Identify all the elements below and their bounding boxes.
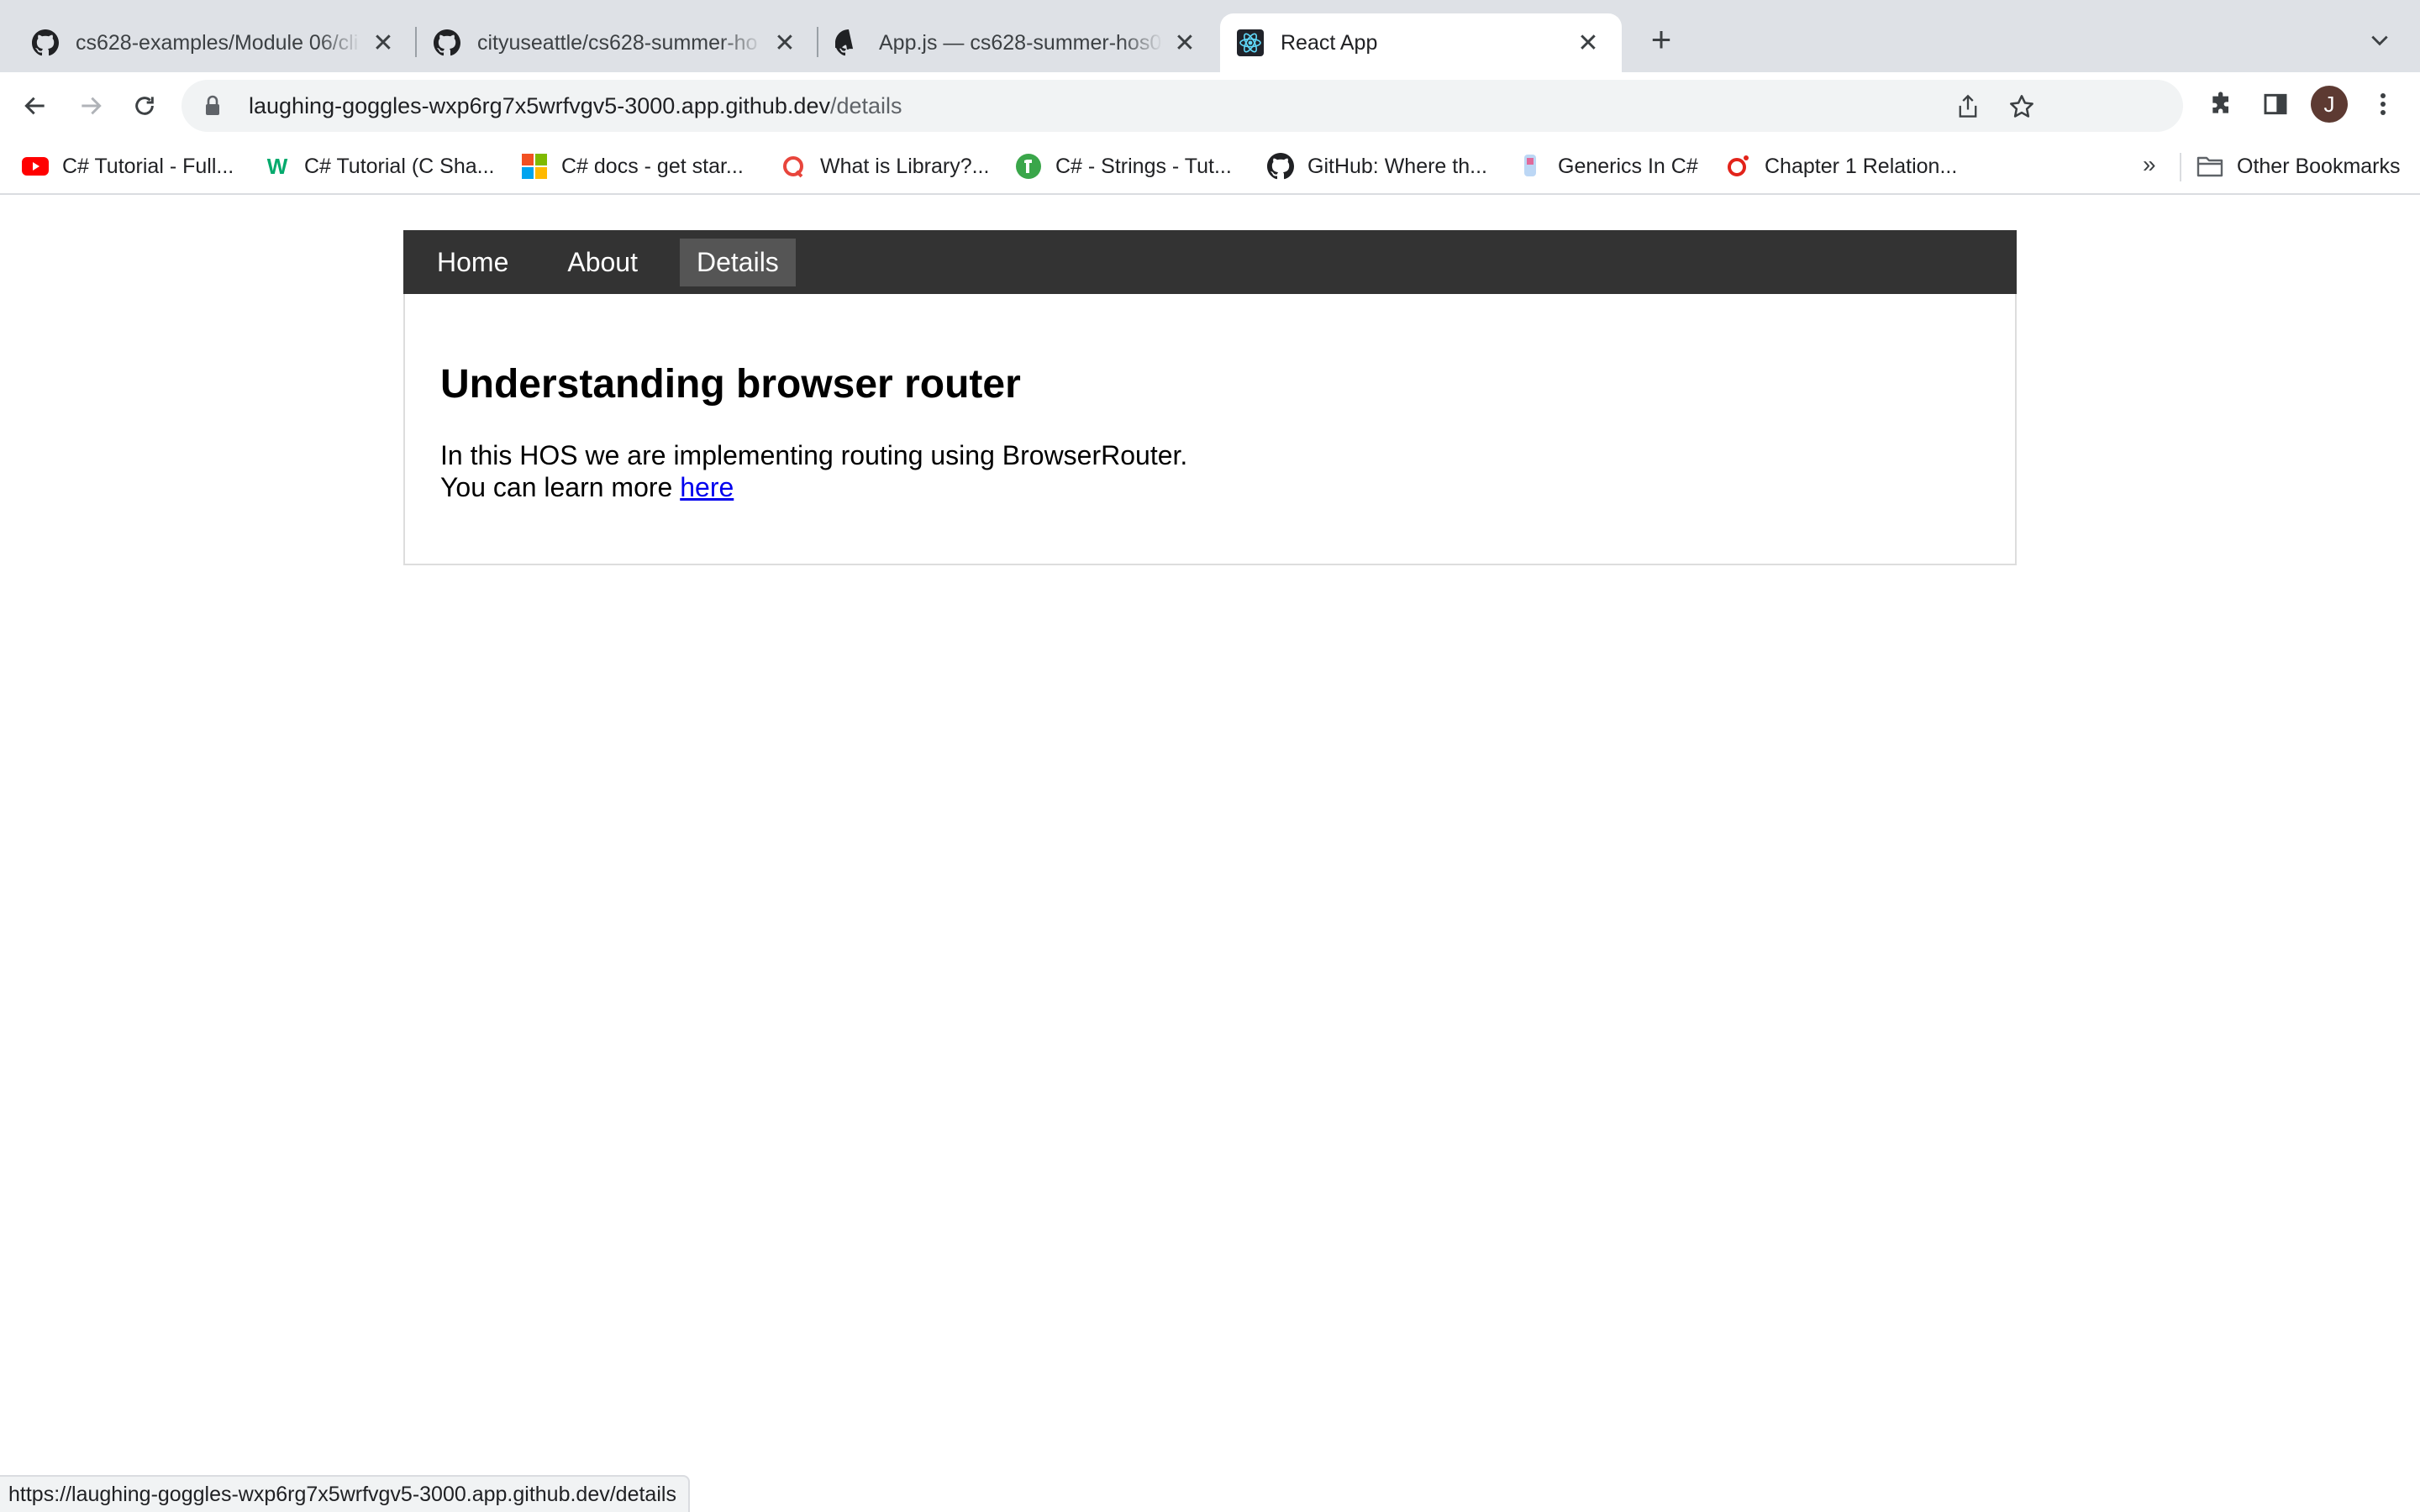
- bookmark-item[interactable]: What is Library?...: [780, 151, 989, 181]
- learn-more-line: You can learn more here: [440, 471, 1980, 503]
- youtube-icon: [22, 153, 49, 180]
- tab-react-app[interactable]: React App ✕: [1220, 13, 1622, 72]
- profile-button[interactable]: J: [2306, 81, 2353, 128]
- nav-home-link[interactable]: Home: [420, 239, 525, 286]
- address-bar[interactable]: laughing-goggles-wxp6rg7x5wrfvgv5-3000.a…: [182, 80, 2183, 132]
- nav-about-link[interactable]: About: [550, 239, 655, 286]
- arrow-right-icon: [82, 97, 102, 115]
- back-button[interactable]: [12, 82, 59, 129]
- bookmark-label: C# docs - get star...: [561, 154, 744, 178]
- bookmarks-overflow-button[interactable]: »: [2143, 151, 2156, 178]
- share-icon[interactable]: [1951, 90, 1985, 123]
- folder-icon: [2196, 153, 2223, 180]
- tab-title: cityuseattle/cs628-summer-ho: [477, 30, 758, 55]
- avatar: J: [2311, 86, 2348, 123]
- chevron-down-icon: [2371, 35, 2388, 46]
- bookmarks-bar: C# Tutorial - Full... W C# Tutorial (C S…: [0, 139, 2420, 195]
- bookmark-item[interactable]: W C# Tutorial (C Sha...: [264, 151, 495, 181]
- tab-cs628-examples[interactable]: cs628-examples/Module 06/cli ✕: [0, 13, 417, 72]
- star-icon[interactable]: [2005, 90, 2039, 123]
- bookmark-label: Other Bookmarks: [2237, 154, 2401, 178]
- bookmark-label: What is Library?...: [820, 154, 990, 178]
- menu-button[interactable]: [2360, 81, 2407, 128]
- bookmark-label: Generics In C#: [1558, 154, 1698, 178]
- tab-app-js[interactable]: App.js — cs628-summer-hos06 ✕: [818, 13, 1218, 72]
- description-line: In this HOS we are implementing routing …: [440, 440, 1188, 470]
- bookmark-label: C# Tutorial (C Sha...: [304, 154, 495, 178]
- app-navbar: Home About Details: [403, 230, 2017, 294]
- browser-toolbar: laughing-goggles-wxp6rg7x5wrfvgv5-3000.a…: [0, 72, 2420, 139]
- side-panel-icon: [2264, 93, 2287, 115]
- w3schools-icon: W: [266, 153, 288, 179]
- react-app: Home About Details Understanding browser…: [403, 230, 2017, 565]
- bookmark-item[interactable]: Generics In C#: [1518, 151, 1698, 181]
- close-icon[interactable]: ✕: [1573, 28, 1603, 58]
- microsoft-icon: [521, 153, 548, 180]
- url-text[interactable]: laughing-goggles-wxp6rg7x5wrfvgv5-3000.a…: [249, 93, 902, 119]
- url-path: /details: [829, 92, 902, 118]
- bookmark-item[interactable]: C# Tutorial - Full...: [22, 151, 234, 181]
- library-icon: [780, 153, 807, 180]
- tab-strip: cs628-examples/Module 06/cli ✕ cityuseat…: [0, 0, 2420, 72]
- here-link[interactable]: here: [680, 472, 734, 502]
- github-icon: [1267, 153, 1294, 180]
- nav-details-link[interactable]: Details: [679, 238, 796, 286]
- more-vert-icon: [2381, 93, 2386, 115]
- bookmark-label: Chapter 1 Relation...: [1765, 154, 1958, 178]
- close-icon[interactable]: ✕: [368, 28, 398, 58]
- bookmark-label: GitHub: Where th...: [1307, 154, 1487, 178]
- generics-icon: [1518, 153, 1544, 180]
- side-panel-button[interactable]: [2252, 81, 2299, 128]
- details-panel: Understanding browser router In this HOS…: [403, 294, 2017, 565]
- tutorial-icon: [1015, 153, 1042, 180]
- tab-title: App.js — cs628-summer-hos06: [879, 30, 1163, 55]
- reload-icon: [135, 97, 154, 115]
- extensions-button[interactable]: [2198, 81, 2245, 128]
- other-bookmarks-button[interactable]: Other Bookmarks: [2196, 151, 2401, 181]
- close-icon[interactable]: ✕: [1170, 28, 1200, 58]
- puzzle-icon: [2212, 92, 2228, 113]
- github-icon: [434, 29, 460, 56]
- bookmark-item[interactable]: C# - Strings - Tut...: [1015, 151, 1232, 181]
- bookmark-label: C# Tutorial - Full...: [62, 154, 234, 178]
- bookmarks-divider: [2180, 153, 2181, 181]
- reload-button[interactable]: [121, 82, 168, 129]
- bookmark-item[interactable]: Chapter 1 Relation...: [1724, 151, 1957, 181]
- oracle-icon: [1724, 153, 1751, 180]
- bookmark-label: C# - Strings - Tut...: [1055, 154, 1232, 178]
- page-title: Understanding browser router: [440, 362, 1021, 407]
- github-icon: [32, 29, 59, 56]
- link-status-bubble: https://laughing-goggles-wxp6rg7x5wrfvgv…: [0, 1475, 690, 1512]
- tab-cityuseattle[interactable]: cityuseattle/cs628-summer-ho ✕: [417, 13, 818, 72]
- close-icon[interactable]: ✕: [770, 28, 800, 58]
- bookmark-item[interactable]: GitHub: Where th...: [1267, 151, 1487, 181]
- tab-title: cs628-examples/Module 06/cli: [76, 30, 359, 55]
- lock-icon[interactable]: [202, 93, 224, 118]
- tab-title: React App: [1281, 30, 1378, 55]
- url-host: laughing-goggles-wxp6rg7x5wrfvgv5-3000.a…: [249, 92, 830, 118]
- learn-more-text: You can learn more: [440, 472, 681, 502]
- plus-icon: +: [1650, 19, 1672, 59]
- react-icon: [1237, 29, 1264, 56]
- tab-search-button[interactable]: [2361, 22, 2398, 59]
- arrow-left-icon: [24, 97, 45, 115]
- new-tab-button[interactable]: +: [1640, 18, 1682, 60]
- github-icon: [835, 29, 862, 56]
- forward-button[interactable]: [67, 82, 114, 129]
- bookmark-item[interactable]: C# docs - get star...: [521, 151, 744, 181]
